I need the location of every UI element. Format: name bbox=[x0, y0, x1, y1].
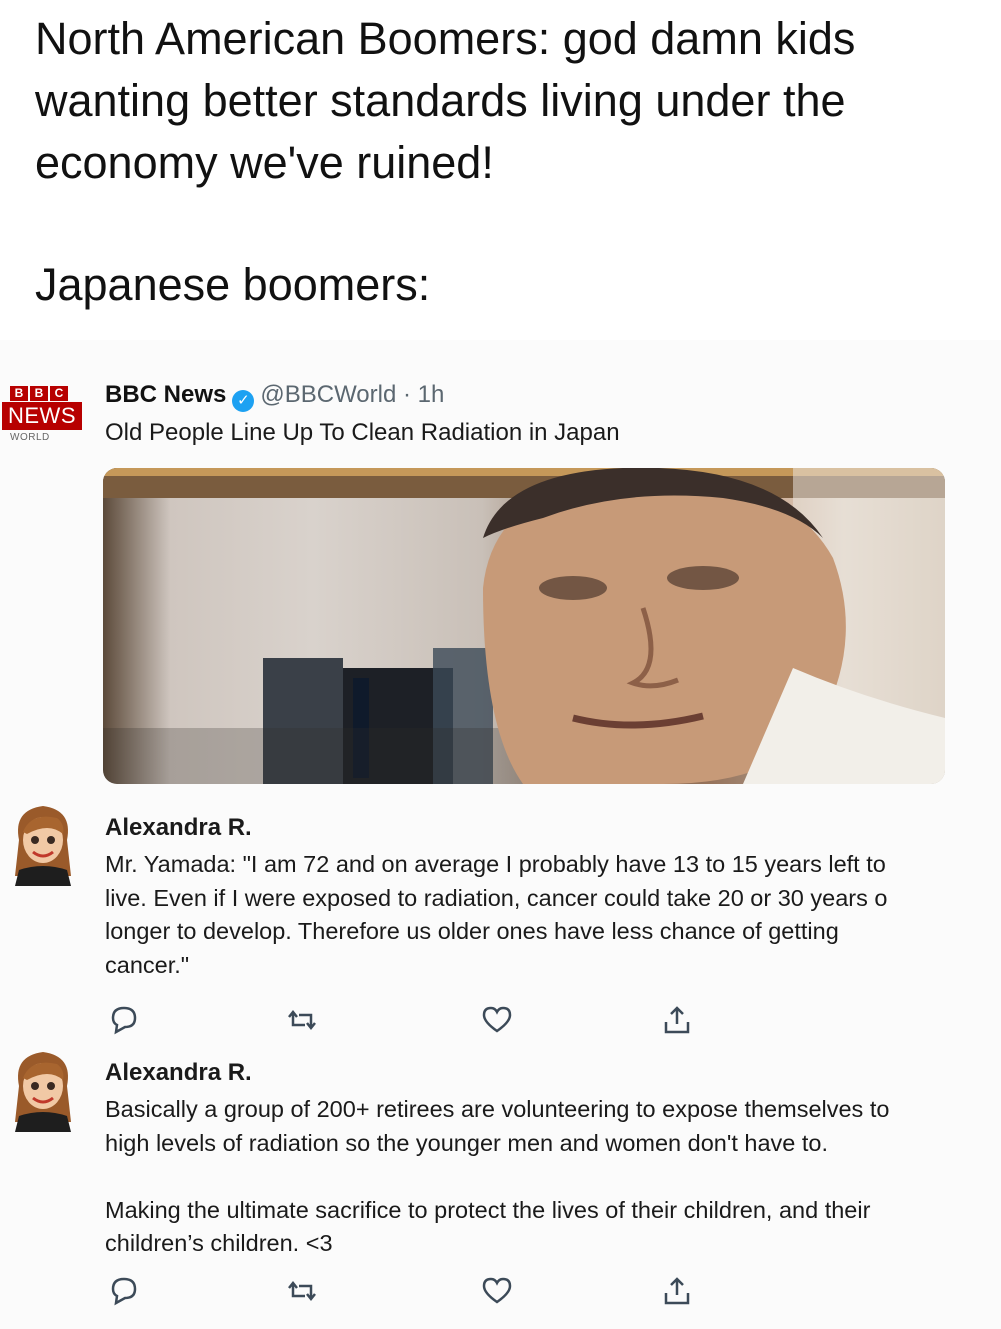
caption-line: wanting better standards living under th… bbox=[35, 75, 846, 126]
reply-icon[interactable] bbox=[107, 1274, 141, 1308]
caption-line: economy we've ruined! bbox=[35, 137, 494, 188]
bbc-news-logo-text: NEWS bbox=[2, 402, 82, 430]
comment-line: high levels of radiation so the younger … bbox=[105, 1129, 829, 1156]
like-icon[interactable] bbox=[480, 1003, 514, 1037]
commenter-avatar[interactable] bbox=[5, 1046, 81, 1132]
caption-text: North American Boomers: god damn kids wa… bbox=[35, 8, 965, 194]
tweet-timestamp[interactable]: 1h bbox=[418, 381, 445, 408]
comment-line: Mr. Yamada: "I am 72 and on average I pr… bbox=[105, 851, 886, 877]
comment-text: Basically a group of 200+ retirees are v… bbox=[105, 1093, 889, 1261]
like-icon[interactable] bbox=[480, 1274, 514, 1308]
comment-line: Basically a group of 200+ retirees are v… bbox=[105, 1096, 890, 1122]
retweet-icon[interactable] bbox=[285, 1274, 319, 1308]
comment-actions bbox=[105, 1003, 705, 1039]
commenter-name[interactable]: Alexandra R. bbox=[105, 813, 252, 843]
tweet-header: BBC News ✓ @BBCWorld · 1h bbox=[105, 380, 444, 412]
retweet-icon[interactable] bbox=[285, 1003, 319, 1037]
bbc-world-label: WORLD bbox=[10, 432, 50, 443]
comment-line: cancer." bbox=[105, 951, 190, 978]
tweet-image[interactable] bbox=[103, 468, 945, 784]
bbc-logo-block: B bbox=[10, 386, 28, 401]
reply-icon[interactable] bbox=[107, 1003, 141, 1037]
comment-line: Making the ultimate sacrifice to protect… bbox=[105, 1196, 871, 1223]
comment-actions bbox=[105, 1274, 705, 1310]
comment-line: longer to develop. Therefore us older on… bbox=[105, 918, 839, 944]
caption-line: Japanese boomers: bbox=[35, 259, 431, 310]
caption-line: North American Boomers: god damn kids bbox=[35, 13, 856, 64]
bitmoji-avatar-icon bbox=[15, 1052, 71, 1132]
tweet-author-name[interactable]: BBC News bbox=[105, 381, 226, 408]
comment-text: Mr. Yamada: "I am 72 and on average I pr… bbox=[105, 848, 887, 982]
bbc-logo-block: C bbox=[50, 386, 68, 401]
tweet-author-handle[interactable]: @BBCWorld bbox=[260, 381, 396, 408]
comment-line bbox=[105, 1160, 889, 1194]
share-icon[interactable] bbox=[660, 1274, 694, 1308]
photo-illustration bbox=[103, 468, 945, 784]
tweet-screenshot: B B C NEWS WORLD BBC News ✓ @BBCWorld · 1h… bbox=[0, 340, 1001, 1329]
commenter-name[interactable]: Alexandra R. bbox=[105, 1058, 252, 1088]
bbc-news-avatar[interactable]: B B C NEWS WORLD bbox=[0, 386, 84, 456]
dot-separator: · bbox=[402, 381, 411, 408]
share-icon[interactable] bbox=[660, 1003, 694, 1037]
bbc-logo-blocks: B B C bbox=[10, 386, 68, 401]
tweet-text: Old People Line Up To Clean Radiation in… bbox=[105, 419, 620, 446]
verified-badge-icon: ✓ bbox=[232, 390, 255, 412]
commenter-avatar[interactable] bbox=[5, 800, 81, 886]
comment-line: live. Even if I were exposed to radiatio… bbox=[105, 884, 888, 911]
bbc-logo-block: B bbox=[30, 386, 48, 401]
comment-line: children’s children. <3 bbox=[105, 1230, 333, 1256]
bitmoji-avatar-icon bbox=[15, 806, 71, 886]
